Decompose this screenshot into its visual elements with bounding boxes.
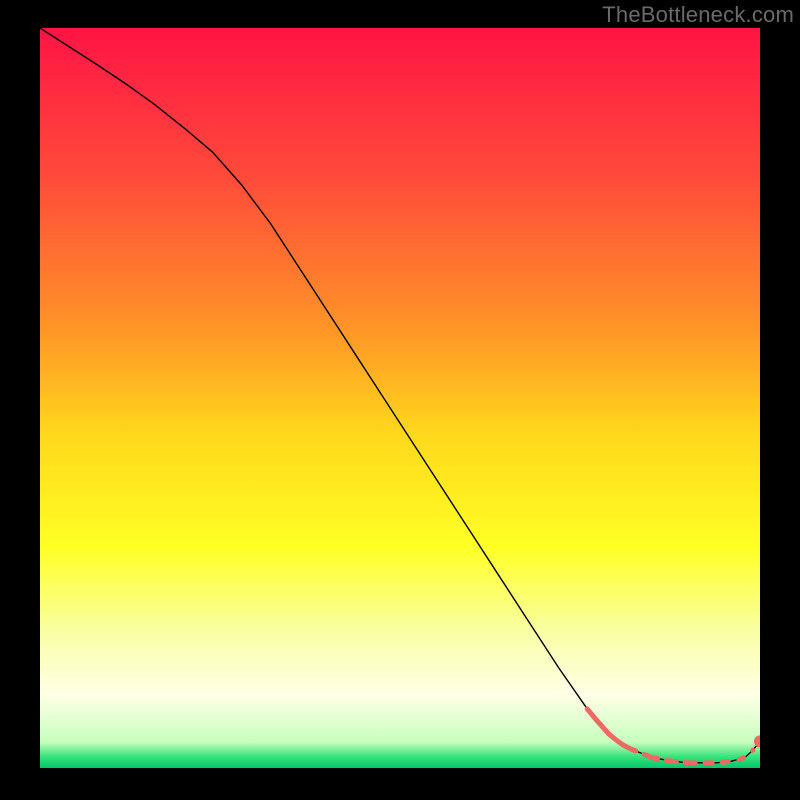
watermark-text: TheBottleneck.com [602, 2, 794, 28]
chart-svg [40, 28, 760, 768]
plot-area [40, 28, 760, 768]
chart-frame: TheBottleneck.com [0, 0, 800, 800]
gradient-background [40, 28, 760, 768]
